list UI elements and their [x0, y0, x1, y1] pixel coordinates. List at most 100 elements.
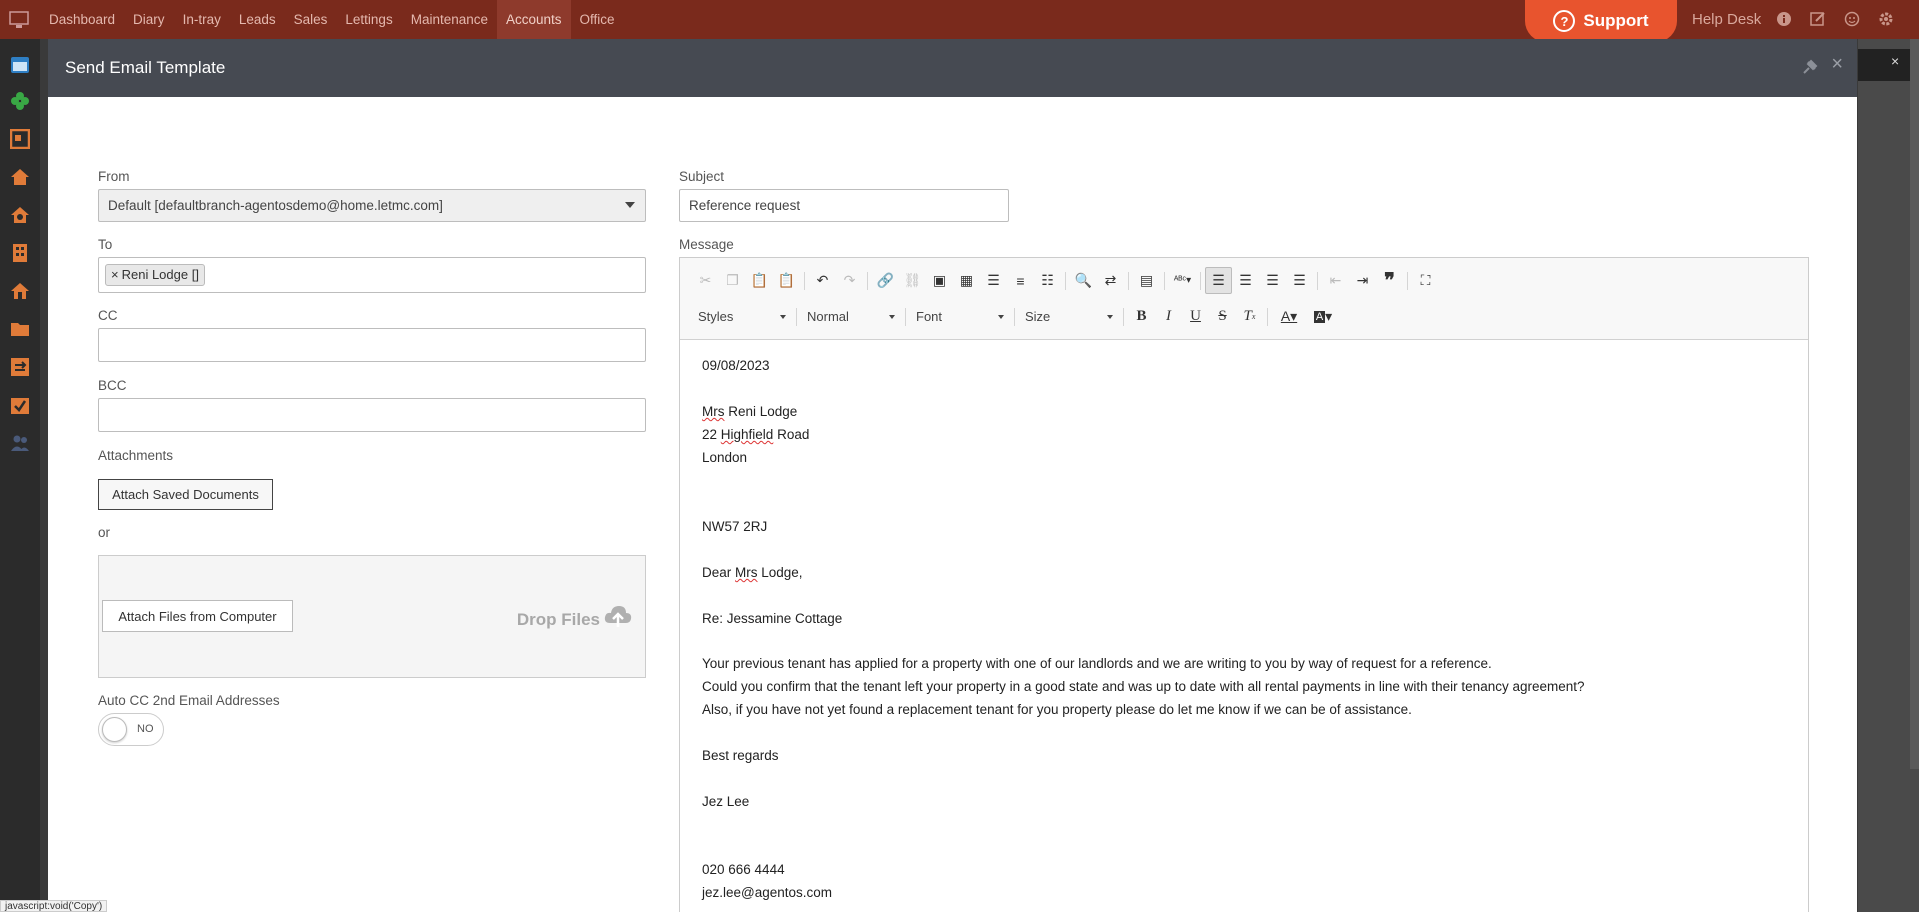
message-editor[interactable]: ✂ ❐ 📋 📋 ↶ ↷ 🔗 ⛓ ▣ ▦ ☰ ≡ ☷ 🔍 ⇄ ▤ ᴬᴮᶜ▾ ☰ ☰…	[679, 257, 1809, 912]
letter-reference-line: Re: Jessamine Cottage	[702, 611, 843, 626]
house-icon[interactable]	[8, 165, 32, 189]
size-dropdown[interactable]: Size	[1019, 305, 1119, 329]
recipient-tag[interactable]: × Reni Lodge []	[105, 264, 205, 286]
align-left-icon[interactable]: ☰	[1205, 267, 1232, 294]
left-sidebar	[0, 39, 40, 912]
styles-dropdown[interactable]: Styles	[692, 305, 792, 329]
remove-format-icon[interactable]: Tx	[1236, 303, 1263, 330]
contact-card-icon[interactable]	[8, 127, 32, 151]
replace-icon[interactable]: ⇄	[1097, 267, 1124, 294]
letter-signoff: Best regards	[702, 748, 779, 763]
nav-leads[interactable]: Leads	[230, 0, 285, 39]
page-scrollbar[interactable]	[1910, 39, 1919, 769]
nav-accounts[interactable]: Accounts	[497, 0, 571, 39]
align-right-icon[interactable]: ☰	[1259, 267, 1286, 294]
attach-files-from-computer-button[interactable]: Attach Files from Computer	[102, 600, 293, 632]
checklist-icon[interactable]	[8, 393, 32, 417]
nav-office[interactable]: Office	[571, 0, 624, 39]
building-icon[interactable]	[8, 241, 32, 265]
image-icon[interactable]: ▣	[926, 267, 953, 294]
modal-title: Send Email Template	[65, 58, 226, 77]
spelling-flag-word: Mrs	[735, 565, 758, 580]
remove-tag-icon[interactable]: ×	[111, 267, 119, 282]
attach-saved-documents-button[interactable]: Attach Saved Documents	[98, 479, 273, 510]
letter-address-line-2: London	[702, 450, 748, 465]
nav-sales[interactable]: Sales	[285, 0, 337, 39]
folder-icon[interactable]	[8, 317, 32, 341]
copy-icon[interactable]: ❐	[719, 267, 746, 294]
info-icon[interactable]	[1774, 9, 1794, 29]
toolbar-separator	[905, 307, 906, 326]
question-icon: ?	[1553, 10, 1576, 32]
subject-input[interactable]: Reference request	[679, 189, 1009, 222]
users-icon[interactable]	[8, 431, 32, 455]
template-icon[interactable]: ▤	[1133, 267, 1160, 294]
bcc-field[interactable]	[98, 398, 646, 432]
strikethrough-icon[interactable]: S	[1209, 303, 1236, 330]
blockquote-icon[interactable]: ❞	[1376, 267, 1403, 294]
to-field[interactable]: × Reni Lodge []	[98, 257, 646, 293]
undo-icon[interactable]: ↶	[809, 267, 836, 294]
redo-icon[interactable]: ↷	[836, 267, 863, 294]
chevron-down-icon	[1107, 314, 1113, 319]
cut-icon[interactable]: ✂	[692, 267, 719, 294]
file-drop-zone[interactable]: Attach Files from Computer Drop Files	[98, 555, 646, 678]
from-label: From	[98, 169, 130, 184]
cc-field[interactable]	[98, 328, 646, 362]
drop-files-label: Drop Files	[516, 610, 600, 629]
justify-icon[interactable]: ☰	[1286, 267, 1313, 294]
background-color-icon[interactable]: A ▾	[1306, 303, 1340, 330]
address-number: 22	[702, 427, 721, 442]
letter-greeting: Dear Mrs Lodge,	[702, 565, 803, 580]
horizontal-line-icon[interactable]: ☰	[980, 267, 1007, 294]
letter-date: 09/08/2023	[702, 358, 770, 373]
edit-icon[interactable]	[1808, 9, 1828, 29]
font-dropdown[interactable]: Font	[910, 305, 1010, 329]
help-desk-link[interactable]: Help Desk	[1692, 0, 1761, 39]
nav-in-tray[interactable]: In-tray	[174, 0, 230, 39]
close-icon[interactable]: ×	[1831, 53, 1843, 76]
house-search-icon[interactable]	[8, 203, 32, 227]
nav-lettings[interactable]: Lettings	[336, 0, 401, 39]
pin-icon[interactable]	[1801, 58, 1819, 79]
exchange-icon[interactable]	[8, 355, 32, 379]
toolbar-separator	[804, 271, 805, 290]
calendar-icon[interactable]	[8, 52, 32, 76]
underline-icon[interactable]: U	[1182, 303, 1209, 330]
outdent-icon[interactable]: ⇤	[1322, 267, 1349, 294]
bold-icon[interactable]: B	[1128, 303, 1155, 330]
toolbar-separator	[1123, 307, 1124, 326]
nav-diary[interactable]: Diary	[124, 0, 174, 39]
paste-icon[interactable]: 📋	[746, 267, 773, 294]
bullet-list-icon[interactable]: ☷	[1034, 267, 1061, 294]
toggle-knob	[102, 717, 127, 742]
link-icon[interactable]: 🔗	[872, 267, 899, 294]
text-color-icon[interactable]: A▾	[1272, 303, 1306, 330]
app-menu-icon[interactable]	[8, 10, 30, 30]
spelling-flag-word: Highfield	[720, 427, 774, 442]
italic-icon[interactable]: I	[1155, 303, 1182, 330]
top-icon-group	[1774, 9, 1896, 29]
unlink-icon[interactable]: ⛓	[899, 267, 926, 294]
nav-maintenance[interactable]: Maintenance	[402, 0, 497, 39]
send-email-modal: Send Email Template × From Default [defa…	[48, 39, 1857, 912]
support-button[interactable]: ? Support	[1525, 0, 1677, 42]
settings-icon[interactable]	[1876, 9, 1896, 29]
paste-text-icon[interactable]: 📋	[773, 267, 800, 294]
align-center-icon[interactable]: ☰	[1232, 267, 1259, 294]
format-label: Normal	[807, 309, 849, 324]
smiley-icon[interactable]	[1842, 9, 1862, 29]
flower-icon[interactable]	[8, 89, 32, 113]
background-close-icon[interactable]: ×	[1891, 53, 1899, 69]
table-icon[interactable]: ▦	[953, 267, 980, 294]
find-icon[interactable]: 🔍	[1070, 267, 1097, 294]
spellcheck-icon[interactable]: ᴬᴮᶜ▾	[1169, 267, 1196, 294]
house-tools-icon[interactable]	[8, 279, 32, 303]
nav-dashboard[interactable]: Dashboard	[40, 0, 124, 39]
indent-icon[interactable]: ⇥	[1349, 267, 1376, 294]
maximize-icon[interactable]: ⛶	[1412, 267, 1439, 294]
format-dropdown[interactable]: Normal	[801, 305, 901, 329]
from-select[interactable]: Default [defaultbranch-agentosdemo@home.…	[98, 189, 646, 222]
numbered-list-icon[interactable]: ≡	[1007, 267, 1034, 294]
auto-cc-toggle[interactable]: NO	[98, 713, 164, 746]
